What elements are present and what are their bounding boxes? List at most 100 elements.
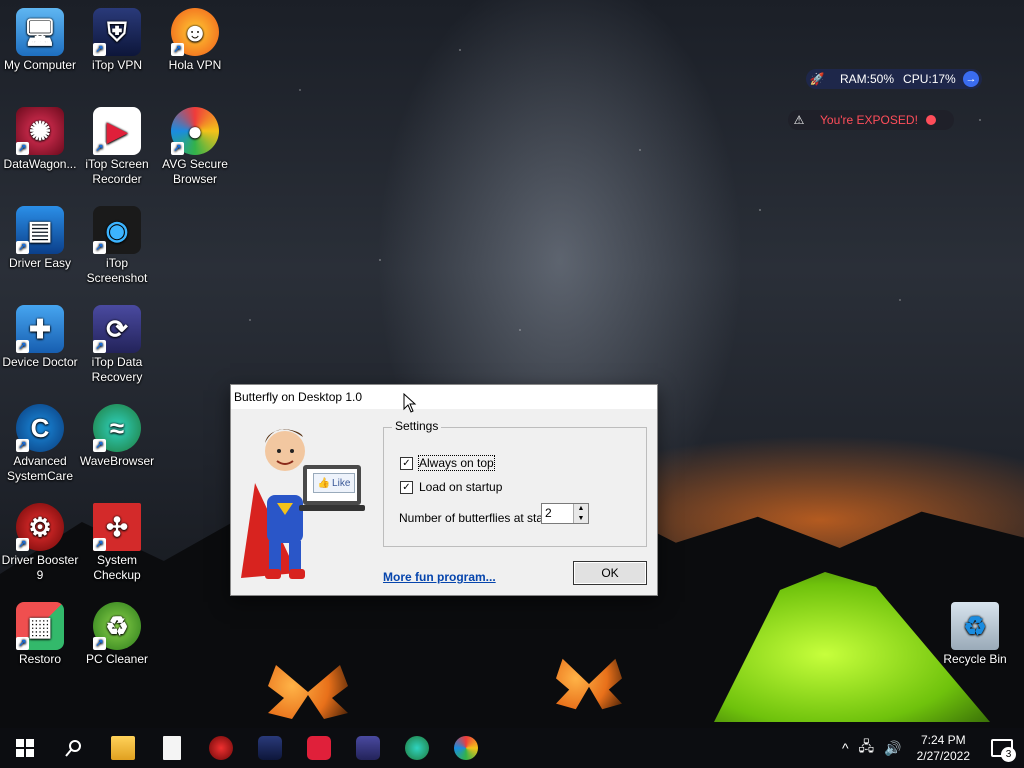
rocket-icon: 🚀 [809,72,825,86]
data-recovery-icon [355,736,380,760]
network-icon[interactable]: 🖧 [854,736,880,760]
stepper-up-icon[interactable]: ▲ [574,504,588,514]
system-monitor-widget[interactable]: 🚀 RAM:50% CPU:17% → [806,69,982,89]
desktop-icon-label: My Computer [3,58,77,72]
desktop-icon-label: Recycle Bin [943,652,1007,666]
computer-icon: 🖥 [16,8,64,56]
start-button[interactable] [0,728,49,768]
avg-browser-icon [453,736,478,760]
desktop-icon-driver-booster[interactable]: ⚙ ↗ Driver Booster 9 [0,503,80,583]
desktop-icon-label: DataWagon... [3,157,77,171]
screen-recorder-icon [306,736,331,760]
desktop-icon-itop-screen-recorder[interactable]: ▶ ↗ iTop Screen Recorder [77,107,157,187]
load-on-startup-checkbox[interactable]: ✓ Load on startup [400,480,502,494]
exposure-widget[interactable]: ⚠ You're EXPOSED! [788,110,954,130]
taskbar-itop-vpn[interactable] [245,728,294,768]
search-button[interactable] [49,728,98,768]
clock-time: 7:24 PM [920,733,966,747]
desktop-icon-driver-easy[interactable]: ▤ ↗ Driver Easy [0,206,80,271]
notification-center-button[interactable]: 3 [980,728,1024,768]
taskbar-data-recovery[interactable] [343,728,392,768]
settings-legend: Settings [392,419,442,433]
more-fun-link[interactable]: More fun program... [383,570,496,584]
restoro-icon: ▦ ↗ [16,602,64,650]
desktop-icon-device-doctor[interactable]: ✚ ↗ Device Doctor [0,305,80,370]
stepper-down-icon[interactable]: ▼ [574,513,588,523]
desktop-icon-datawagon[interactable]: ✺ ↗ DataWagon... [0,107,80,172]
taskbar-notepad[interactable] [147,728,196,768]
dialog-title: Butterfly on Desktop 1.0 [234,390,363,404]
hola-vpn-icon: ☻ ↗ [171,8,219,56]
desktop-icon-label: iTop Data Recovery [91,355,143,384]
always-on-top-checkbox[interactable]: ✓ Always on top [400,455,495,471]
check-icon: ✓ [400,480,413,494]
search-icon [64,740,81,757]
desktop-icon-label: Driver Booster 9 [1,553,79,582]
desktop-icon-label: Hola VPN [168,58,222,72]
mouse-cursor-icon [403,393,417,413]
ok-button[interactable]: OK [573,561,647,585]
dialog-titlebar[interactable]: Butterfly on Desktop 1.0 [231,385,657,409]
itop-vpn-icon [257,736,282,760]
clock[interactable]: 7:24 PM 2/27/2022 [907,732,980,764]
taskbar: ^ 🖧 🔊 7:24 PM 2/27/2022 3 [0,728,1024,768]
taskbar-driver-booster[interactable] [196,728,245,768]
superhero-illustration: 👍 Like [237,413,367,589]
butterfly-count-stepper[interactable]: 2 ▲ ▼ [541,503,589,524]
desktop-icon-label: Advanced SystemCare [6,454,74,483]
desktop-icon-itop-vpn[interactable]: ⛨ ↗ iTop VPN [77,8,157,73]
windows-logo-icon [15,739,34,757]
wavebrowser-icon [404,736,429,760]
desktop-icon-recycle-bin[interactable]: ♻ Recycle Bin [935,602,1015,667]
wavebrowser-icon: ≈ ↗ [93,404,141,452]
arrow-right-icon[interactable]: → [963,71,979,87]
clock-date: 2/27/2022 [916,749,970,763]
desktop-icon-pc-cleaner[interactable]: ♻ ↗ PC Cleaner [77,602,157,667]
shield-warning-icon: ⚠ [793,113,805,127]
desktop-icon-label: iTop VPN [91,58,143,72]
recycle-bin-icon: ♻ [951,602,999,650]
desktop-icon-restoro[interactable]: ▦ ↗ Restoro [0,602,80,667]
desktop-icon-label: iTop Screen Recorder [85,157,149,186]
desktop-icon-label: PC Cleaner [85,652,149,666]
load-on-startup-label: Load on startup [419,480,503,494]
thumbs-up-icon: 👍 [317,477,331,489]
status-dot-icon [925,115,936,125]
desktop-icon-label: iTop Screenshot [86,256,148,285]
desktop-icon-advanced-systemcare[interactable]: C ↗ Advanced SystemCare [0,404,80,484]
desktop-icon-hola-vpn[interactable]: ☻ ↗ Hola VPN [155,8,235,73]
taskbar-file-explorer[interactable] [98,728,147,768]
volume-icon[interactable]: 🔊 [879,740,906,757]
desktop-icon-label: AVG Secure Browser [162,157,228,186]
superhero-icon [241,429,365,579]
screenshot-icon: ◉ ↗ [93,206,141,254]
desktop-icon-itop-screenshot[interactable]: ◉ ↗ iTop Screenshot [77,206,157,286]
butterfly-count-label: Number of butterflies at start [399,511,551,525]
cpu-usage: CPU:17% [903,72,956,86]
settings-group: Settings ✓ Always on top ✓ Load on start… [383,419,647,547]
desktop-icon-wavebrowser[interactable]: ≈ ↗ WaveBrowser [77,404,157,469]
always-on-top-label: Always on top [418,455,495,471]
butterfly-count-value[interactable]: 2 [542,504,573,523]
desktop-icon-itop-data-recovery[interactable]: ⟳ ↗ iTop Data Recovery [77,305,157,385]
desktop-icon-label: WaveBrowser [79,454,155,468]
taskbar-screen-recorder[interactable] [294,728,343,768]
itop-vpn-icon: ⛨ ↗ [93,8,141,56]
like-label: Like [332,477,351,489]
taskbar-avg-browser[interactable] [441,728,490,768]
driver-booster-icon: ⚙ ↗ [16,503,64,551]
desktop-icon-avg-secure-browser[interactable]: ● ↗ AVG Secure Browser [155,107,235,187]
device-doctor-icon: ✚ ↗ [16,305,64,353]
desktop-icon-system-checkup[interactable]: ✣ ↗ System Checkup [77,503,157,583]
taskbar-wavebrowser[interactable] [392,728,441,768]
driver-booster-icon [208,736,233,760]
exposed-status: You're EXPOSED! [820,113,918,127]
datawagon-icon: ✺ ↗ [16,107,64,155]
chevron-up-icon[interactable]: ^ [837,740,854,756]
like-badge: 👍 Like [313,473,355,493]
document-icon [162,736,181,760]
avg-browser-icon: ● ↗ [171,107,219,155]
system-tray: ^ 🖧 🔊 7:24 PM 2/27/2022 3 [837,728,1024,768]
data-recovery-icon: ⟳ ↗ [93,305,141,353]
desktop-icon-my-computer[interactable]: 🖥 My Computer [0,8,80,73]
